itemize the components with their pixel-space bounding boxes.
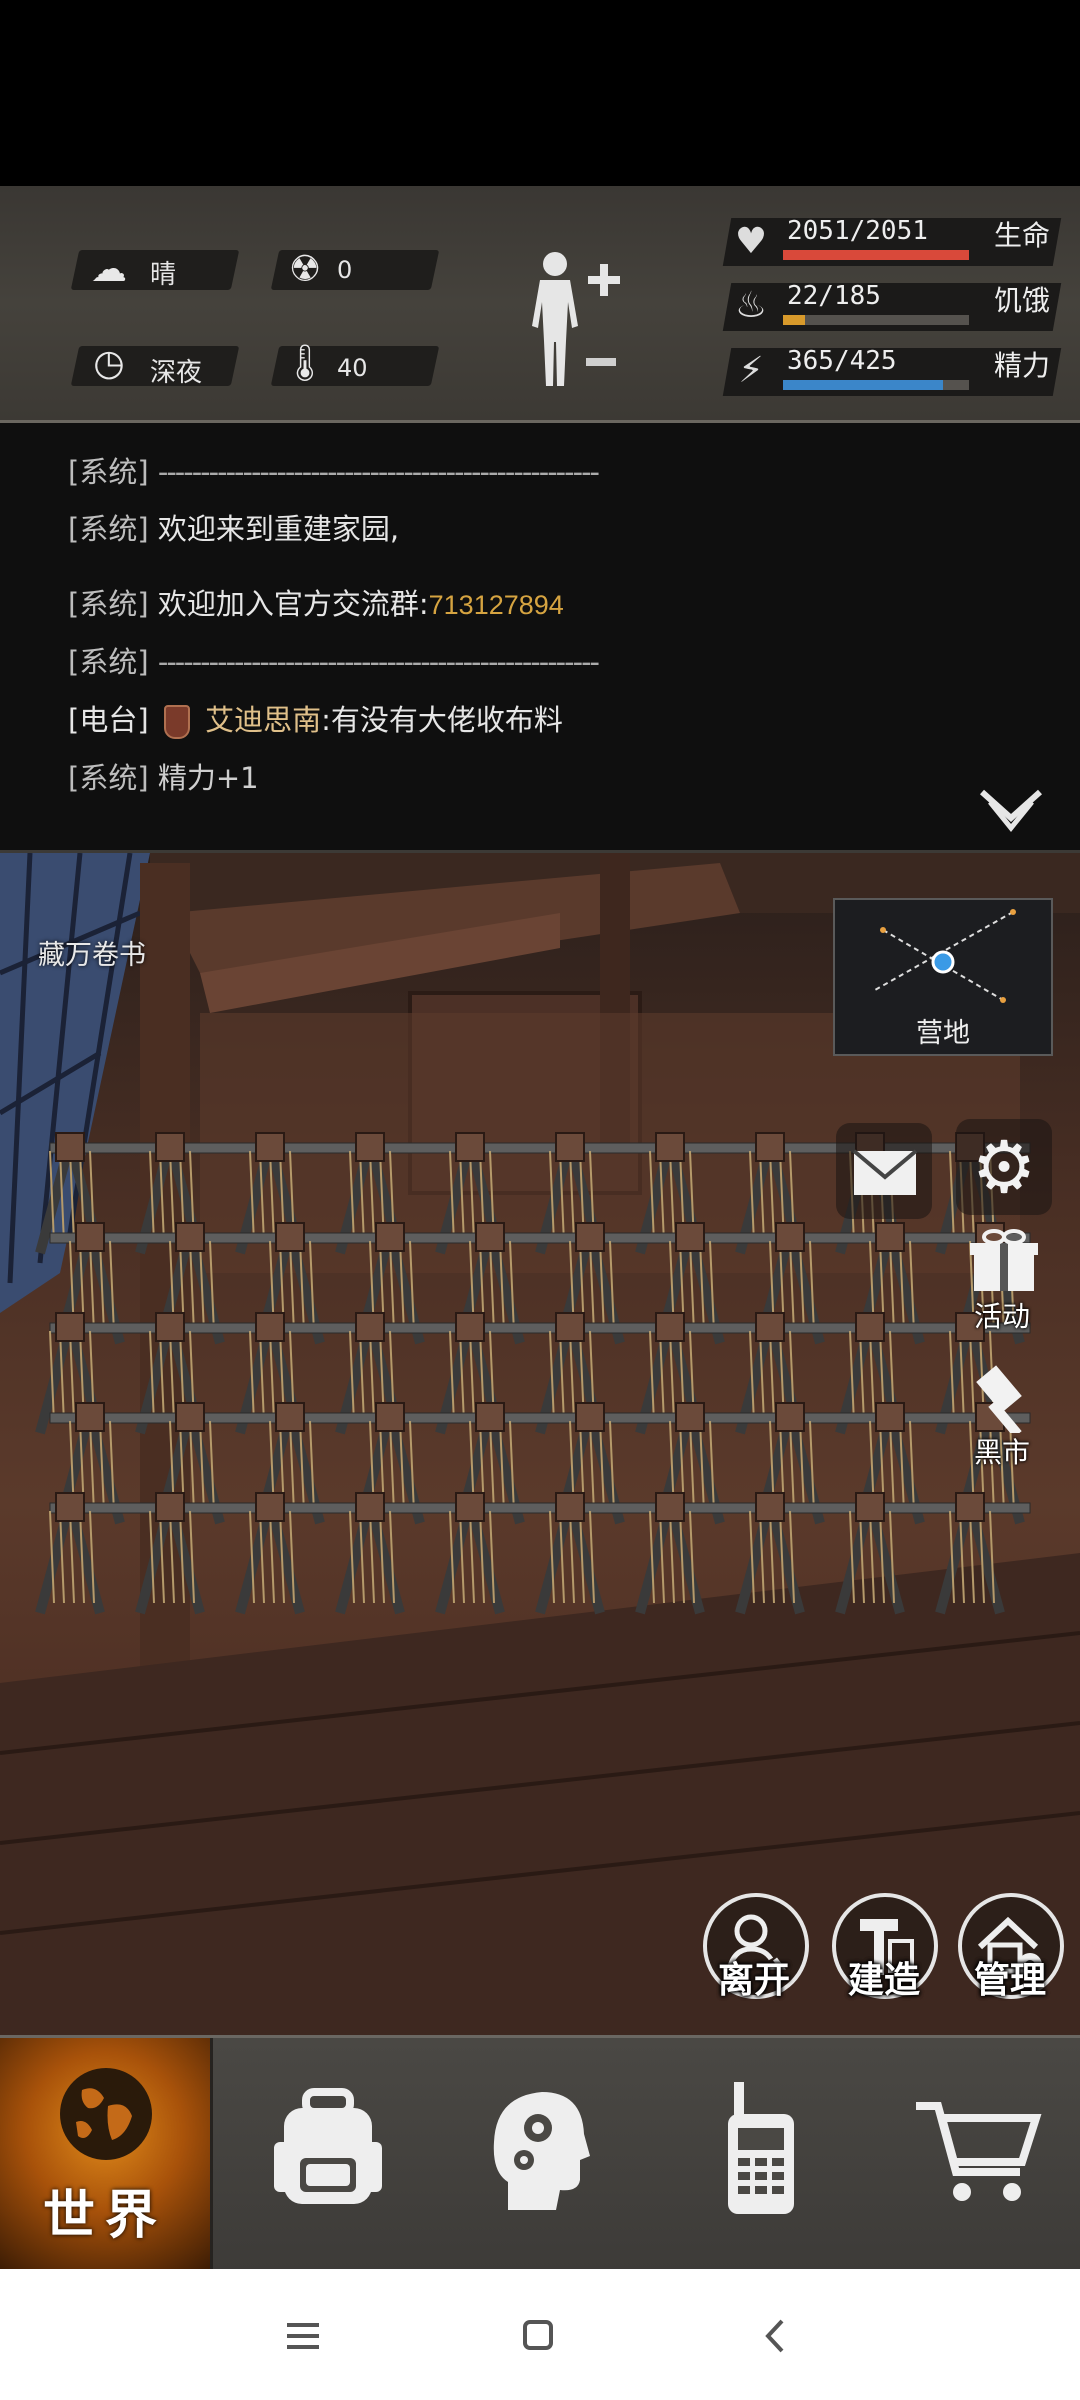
energy-label: 精力 xyxy=(994,349,1051,382)
nav-skills-tab[interactable] xyxy=(434,2038,642,2272)
hunger-track xyxy=(783,315,969,325)
radiation-icon: ☢ xyxy=(288,249,322,290)
hunger-fill xyxy=(783,315,805,325)
weather-text: 晴 xyxy=(150,260,177,290)
system-navigation-bar xyxy=(0,2269,1080,2400)
energy-fill xyxy=(783,380,943,390)
thermometer-icon: 🌡 xyxy=(282,343,328,384)
nav-shop-tab[interactable] xyxy=(872,2038,1080,2272)
log-line: [系统] 欢迎来到重建家园, xyxy=(68,506,399,548)
log-line: [系统] 精力+1 xyxy=(68,755,259,797)
top-black-area xyxy=(0,0,1080,186)
health-value: 2051/2051 xyxy=(787,216,928,246)
status-panel: ☁ 晴 ☢ 0 ◷ 深夜 🌡 40 ♥ 2051/2051 生命 ♨ 22/18… xyxy=(0,186,1080,423)
shopping-cart-icon xyxy=(916,2102,1042,2201)
black-market-label: 黑市 xyxy=(974,1436,1031,1469)
log-text: 欢迎来到重建家园, xyxy=(157,512,400,546)
activity-label: 活动 xyxy=(974,1300,1031,1333)
temperature-value: 40 xyxy=(337,354,368,382)
log-text: 欢迎加入官方交流群: xyxy=(157,587,429,621)
map-crosshair-icon xyxy=(874,909,1016,1003)
log-line: [系统] 欢迎加入官方交流群:713127894 xyxy=(68,581,564,623)
nav-radio-tab[interactable] xyxy=(656,2038,864,2272)
radio-speaker-name[interactable]: 艾迪思南 xyxy=(205,703,321,737)
log-line: [电台] 艾迪思南:有没有大佬收布料 xyxy=(68,697,563,739)
minimap-label: 营地 xyxy=(916,1018,970,1049)
location-name: 藏万卷书 xyxy=(38,940,146,971)
hunger-label: 饥饿 xyxy=(994,284,1051,317)
leave-label: 离开 xyxy=(718,1960,791,2001)
menu-icon[interactable] xyxy=(273,2305,333,2365)
minimap-button[interactable]: 营地 xyxy=(833,898,1053,1056)
nav-world-tab[interactable]: 世界 xyxy=(0,2038,213,2272)
head-gears-icon xyxy=(493,2092,590,2210)
activity-button[interactable]: 活动 xyxy=(964,1225,1044,1335)
log-tag: [系统] xyxy=(68,761,149,795)
manage-label: 管理 xyxy=(974,1960,1047,2001)
log-text: ----------------------------------------… xyxy=(157,455,600,489)
log-text: 精力+1 xyxy=(157,761,259,795)
log-tag: [系统] xyxy=(68,512,149,546)
log-tag: [系统] xyxy=(68,645,149,679)
energy-value: 365/425 xyxy=(787,346,897,376)
log-text: :有没有大佬收布料 xyxy=(321,703,563,737)
log-line: [系统] -----------------------------------… xyxy=(68,449,600,491)
settings-button[interactable]: ⚙ xyxy=(956,1119,1052,1215)
nav-backpack-tab[interactable] xyxy=(222,2038,430,2272)
log-tag: [电台] xyxy=(68,703,149,737)
gavel-icon xyxy=(976,1365,1022,1438)
qq-group-number[interactable]: 713127894 xyxy=(429,590,564,620)
build-label: 建造 xyxy=(848,1960,921,2001)
shield-badge-icon xyxy=(163,705,190,739)
stomach-icon: ♨ xyxy=(734,285,768,326)
back-icon[interactable] xyxy=(746,2305,806,2365)
hunger-value: 22/185 xyxy=(787,281,881,311)
heart-icon: ♥ xyxy=(734,221,768,262)
message-log[interactable]: [系统] -----------------------------------… xyxy=(0,423,1080,853)
log-tag: [系统] xyxy=(68,587,149,621)
clock-icon: ◷ xyxy=(93,343,125,384)
backpack-icon xyxy=(274,2088,382,2204)
energy-icon: ⚡ xyxy=(738,350,764,391)
nav-world-label: 世界 xyxy=(42,2186,167,2246)
gear-icon: ⚙ xyxy=(971,1125,1037,1209)
globe-icon xyxy=(60,2068,152,2160)
mail-button[interactable] xyxy=(836,1123,932,1219)
black-market-button[interactable]: 黑市 xyxy=(964,1363,1044,1473)
log-tag: [系统] xyxy=(68,455,149,489)
expand-log-chevron-icon[interactable] xyxy=(978,788,1044,834)
cloud-sun-icon: ☁ xyxy=(91,249,127,290)
health-fill xyxy=(783,250,969,260)
health-label: 生命 xyxy=(994,219,1051,252)
envelope-icon xyxy=(852,1149,918,1195)
body-status-icon[interactable] xyxy=(520,246,630,396)
log-text: ----------------------------------------… xyxy=(157,645,600,679)
gift-icon xyxy=(970,1229,1038,1291)
log-line: [系统] -----------------------------------… xyxy=(68,639,600,681)
time-of-day-text: 深夜 xyxy=(150,358,203,388)
bottom-nav: 世界 xyxy=(0,2035,1080,2272)
walkie-talkie-icon xyxy=(728,2082,794,2214)
radiation-value: 0 xyxy=(337,256,353,284)
home-icon[interactable] xyxy=(508,2305,568,2365)
room-scene: 藏万卷书 营地 ⚙ 活动 黑市 离开 建造 管理 xyxy=(0,853,1080,2035)
